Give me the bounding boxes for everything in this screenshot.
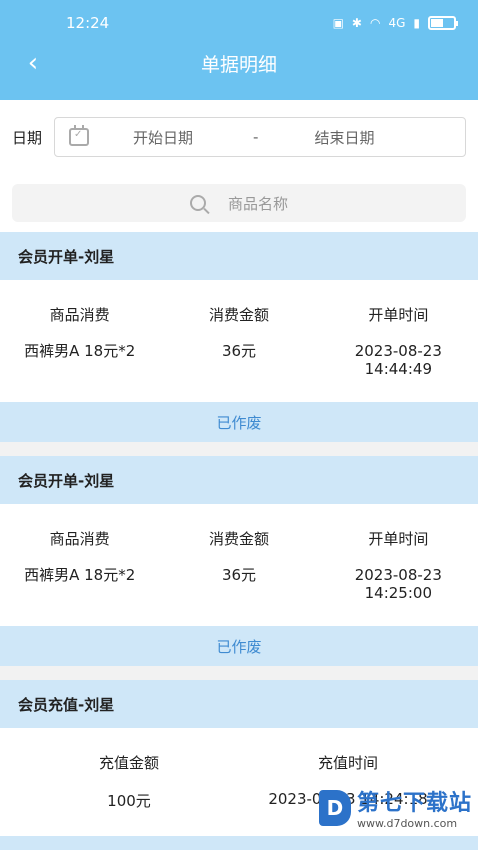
column-value: 36元 <box>221 566 257 584</box>
date-separator: - <box>253 128 259 146</box>
status-badge: 已作废 <box>0 626 478 666</box>
column-value: 西裤男A 18元*2 <box>24 342 136 360</box>
record-details: 商品消费 西裤男A 18元*2 消费金额 36元 开单时间 2023-08-23… <box>0 280 478 402</box>
search-icon <box>189 195 206 211</box>
record-column: 充值金额 100元 <box>0 752 258 836</box>
record-column: 商品消费 西裤男A 18元*2 <box>0 528 159 626</box>
date-filter: 日期 开始日期 - 结束日期 <box>0 100 478 174</box>
back-icon[interactable]: ‹ <box>16 46 50 80</box>
search-placeholder: 商品名称 <box>227 194 288 213</box>
nfc-icon: ▣ <box>332 16 344 30</box>
watermark-brand: 第七下载站 <box>356 791 472 816</box>
column-value: 西裤男A 18元*2 <box>24 566 136 584</box>
date-range-picker[interactable]: 开始日期 - 结束日期 <box>54 117 466 157</box>
start-date-field[interactable]: 开始日期 <box>133 127 193 148</box>
watermark: D 第七下载站 www.d7down.com <box>318 785 472 830</box>
column-header: 开单时间 <box>368 306 429 324</box>
record-column: 商品消费 西裤男A 18元*2 <box>0 304 159 402</box>
signal-icon: 4G <box>388 16 406 30</box>
column-header: 消费金额 <box>208 306 269 324</box>
column-header: 充值金额 <box>98 754 159 772</box>
watermark-text: 第七下载站 www.d7down.com <box>357 785 472 830</box>
column-header: 开单时间 <box>368 530 429 548</box>
calendar-icon <box>69 125 90 146</box>
column-header: 商品消费 <box>49 306 110 324</box>
page-title: 单据明细 <box>200 53 277 76</box>
column-header: 消费金额 <box>208 530 269 548</box>
record-title: 会员开单-刘星 <box>0 456 478 504</box>
column-header: 商品消费 <box>49 530 110 548</box>
divider <box>0 442 478 456</box>
record-column: 消费金额 36元 <box>159 528 318 626</box>
record-card[interactable]: 会员开单-刘星 商品消费 西裤男A 18元*2 消费金额 36元 开单时间 20… <box>0 232 478 442</box>
wifi-icon: ◠ <box>369 16 381 30</box>
column-value: 2023-08-23 14:44:49 <box>354 342 442 378</box>
record-title: 会员开单-刘星 <box>0 232 478 280</box>
column-value: 100元 <box>107 792 151 810</box>
divider <box>0 666 478 680</box>
title-bar: ‹ 单据明细 <box>0 46 478 80</box>
column-value: 2023-08-23 14:25:00 <box>354 566 442 602</box>
record-column: 开单时间 2023-08-23 14:44:49 <box>319 304 478 402</box>
record-actions: 作废 <box>0 836 478 850</box>
bluetooth-icon: ✱ <box>351 16 362 30</box>
search-input[interactable]: 商品名称 <box>12 184 466 222</box>
column-value: 36元 <box>221 342 257 360</box>
record-details: 商品消费 西裤男A 18元*2 消费金额 36元 开单时间 2023-08-23… <box>0 504 478 626</box>
record-title: 会员充值-刘星 <box>0 680 478 728</box>
status-bar: 12:24 ▣ ✱ ◠ 4G ▮ <box>0 0 478 46</box>
record-column: 开单时间 2023-08-23 14:25:00 <box>319 528 478 626</box>
record-column: 消费金额 36元 <box>159 304 318 402</box>
signal-bars-icon: ▮ <box>413 16 420 30</box>
watermark-logo: D <box>318 789 351 826</box>
end-date-field[interactable]: 结束日期 <box>314 127 374 148</box>
status-time: 12:24 <box>66 14 110 32</box>
status-badge: 已作废 <box>0 402 478 442</box>
record-card[interactable]: 会员开单-刘星 商品消费 西裤男A 18元*2 消费金额 36元 开单时间 20… <box>0 456 478 666</box>
status-icons: ▣ ✱ ◠ 4G ▮ <box>332 16 458 30</box>
date-label: 日期 <box>12 128 43 147</box>
search-section: 商品名称 <box>0 174 478 232</box>
app-header: 12:24 ▣ ✱ ◠ 4G ▮ ‹ 单据明细 <box>0 0 478 100</box>
watermark-url: www.d7down.com <box>356 817 458 830</box>
battery-icon <box>428 16 458 30</box>
